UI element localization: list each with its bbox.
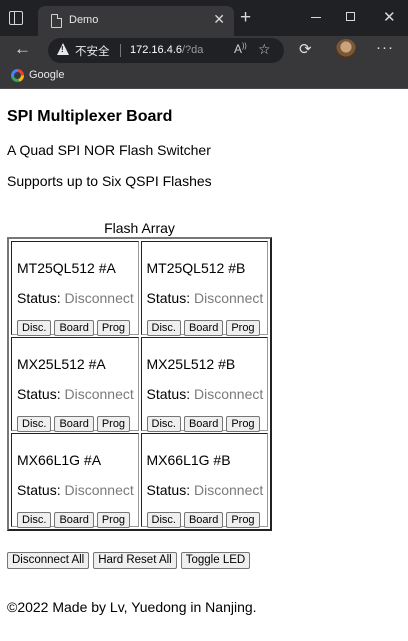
flash-cell: MX66L1G #B Status: Disconnect Disc. Boar… — [140, 433, 268, 528]
status-label: Status: — [146, 482, 191, 498]
status-value: Disconnect — [193, 386, 264, 402]
url-path: /?da — [182, 44, 204, 56]
board-button[interactable]: Board — [183, 416, 224, 432]
flash-name: MX66L1G #B — [146, 452, 231, 468]
flash-status: Status: Disconnect — [17, 290, 134, 307]
status-label: Status: — [146, 386, 191, 402]
warning-icon[interactable] — [57, 43, 69, 55]
disc-button[interactable]: Disc. — [146, 320, 181, 336]
google-icon[interactable] — [11, 69, 24, 82]
profile-avatar[interactable] — [336, 39, 356, 59]
board-button[interactable]: Board — [183, 512, 224, 528]
flash-array-table: MT25QL512 #A Status: Disconnect Disc. Bo… — [7, 237, 272, 531]
board-button[interactable]: Board — [183, 320, 224, 336]
flash-buttons: Disc. Board Prog — [17, 320, 131, 336]
tab-demo[interactable]: Demo ✕ — [38, 6, 234, 36]
bookmark-google[interactable]: Google — [29, 69, 64, 81]
global-actions: Disconnect All Hard Reset All Toggle LED — [7, 552, 251, 569]
status-value: Disconnect — [64, 290, 134, 306]
maximize-icon[interactable] — [346, 12, 355, 21]
disc-button[interactable]: Disc. — [17, 416, 52, 432]
minimize-icon[interactable] — [311, 17, 321, 18]
disc-button[interactable]: Disc. — [17, 512, 52, 528]
page-icon — [51, 14, 62, 28]
page-subtitle: A Quad SPI NOR Flash Switcher — [7, 142, 211, 158]
status-label: Status: — [17, 482, 61, 498]
page-content: SPI Multiplexer Board A Quad SPI NOR Fla… — [7, 107, 401, 190]
disc-button[interactable]: Disc. — [17, 320, 52, 336]
status-value: Disconnect — [193, 290, 264, 306]
flash-name: MX66L1G #A — [17, 452, 102, 468]
tab-actions-icon[interactable] — [9, 11, 23, 25]
support-text: Supports up to Six QSPI Flashes — [7, 173, 212, 189]
extensions-icon[interactable]: ⟳ — [299, 40, 312, 58]
flash-status: Status: Disconnect — [17, 386, 134, 403]
prog-button[interactable]: Prog — [96, 416, 131, 432]
flash-status: Status: Disconnect — [147, 482, 264, 499]
board-button[interactable]: Board — [54, 320, 94, 336]
flash-array-caption: Flash Array — [104, 220, 175, 236]
url-text[interactable]: 172.16.4.6/?da — [130, 44, 203, 56]
tab-title: Demo — [69, 14, 99, 26]
flash-status: Status: Disconnect — [147, 290, 264, 307]
address-bar[interactable]: 不安全 172.16.4.6/?da A)) ☆ — [48, 38, 284, 63]
read-aloud-icon[interactable]: A)) — [234, 42, 247, 56]
flash-buttons: Disc. Board Prog — [17, 416, 131, 432]
flash-buttons: Disc. Board Prog — [146, 320, 260, 336]
status-value: Disconnect — [193, 482, 264, 498]
footer-text: ©2022 Made by Lv, Yuedong in Nanjing. — [7, 599, 257, 615]
flash-status: Status: Disconnect — [147, 386, 264, 403]
flash-cell: MT25QL512 #B Status: Disconnect Disc. Bo… — [140, 241, 268, 336]
status-label: Status: — [146, 290, 191, 306]
page-title: SPI Multiplexer Board — [7, 108, 173, 125]
hard-reset-all-button[interactable]: Hard Reset All — [93, 552, 177, 569]
flash-name: MX25L512 #A — [17, 356, 106, 372]
more-icon[interactable]: ··· — [376, 39, 394, 56]
board-button[interactable]: Board — [54, 416, 94, 432]
status-value: Disconnect — [64, 482, 134, 498]
status-label: Status: — [17, 290, 61, 306]
toggle-led-button[interactable]: Toggle LED — [180, 552, 251, 569]
prog-button[interactable]: Prog — [226, 320, 260, 336]
status-label: Status: — [17, 386, 61, 402]
flash-cell: MX25L512 #B Status: Disconnect Disc. Boa… — [140, 337, 268, 432]
close-window-icon[interactable]: ✕ — [383, 8, 396, 26]
flash-name: MT25QL512 #B — [146, 260, 246, 276]
address-divider — [120, 44, 121, 57]
board-button[interactable]: Board — [54, 512, 94, 528]
flash-buttons: Disc. Board Prog — [146, 512, 260, 528]
flash-cell: MX25L512 #A Status: Disconnect Disc. Boa… — [11, 337, 139, 432]
bookmarks-bar: Google — [0, 64, 408, 89]
tab-strip: Demo ✕ + ✕ — [0, 0, 408, 36]
flash-cell: MT25QL512 #A Status: Disconnect Disc. Bo… — [11, 241, 139, 336]
flash-buttons: Disc. Board Prog — [17, 512, 131, 528]
disc-button[interactable]: Disc. — [146, 512, 181, 528]
prog-button[interactable]: Prog — [96, 512, 131, 528]
new-tab-icon[interactable]: + — [240, 7, 251, 29]
close-tab-icon[interactable]: ✕ — [213, 11, 225, 28]
prog-button[interactable]: Prog — [226, 416, 260, 432]
prog-button[interactable]: Prog — [96, 320, 131, 336]
status-value: Disconnect — [64, 386, 134, 402]
prog-button[interactable]: Prog — [226, 512, 260, 528]
favorite-icon[interactable]: ☆ — [258, 41, 271, 58]
flash-name: MX25L512 #B — [146, 356, 236, 372]
disc-button[interactable]: Disc. — [146, 416, 181, 432]
flash-buttons: Disc. Board Prog — [146, 416, 260, 432]
flash-name: MT25QL512 #A — [17, 260, 116, 276]
disconnect-all-button[interactable]: Disconnect All — [7, 552, 90, 569]
not-secure-label[interactable]: 不安全 — [75, 43, 110, 59]
flash-status: Status: Disconnect — [17, 482, 134, 499]
url-host: 172.16.4.6 — [130, 44, 182, 56]
flash-cell: MX66L1G #A Status: Disconnect Disc. Boar… — [11, 433, 139, 528]
